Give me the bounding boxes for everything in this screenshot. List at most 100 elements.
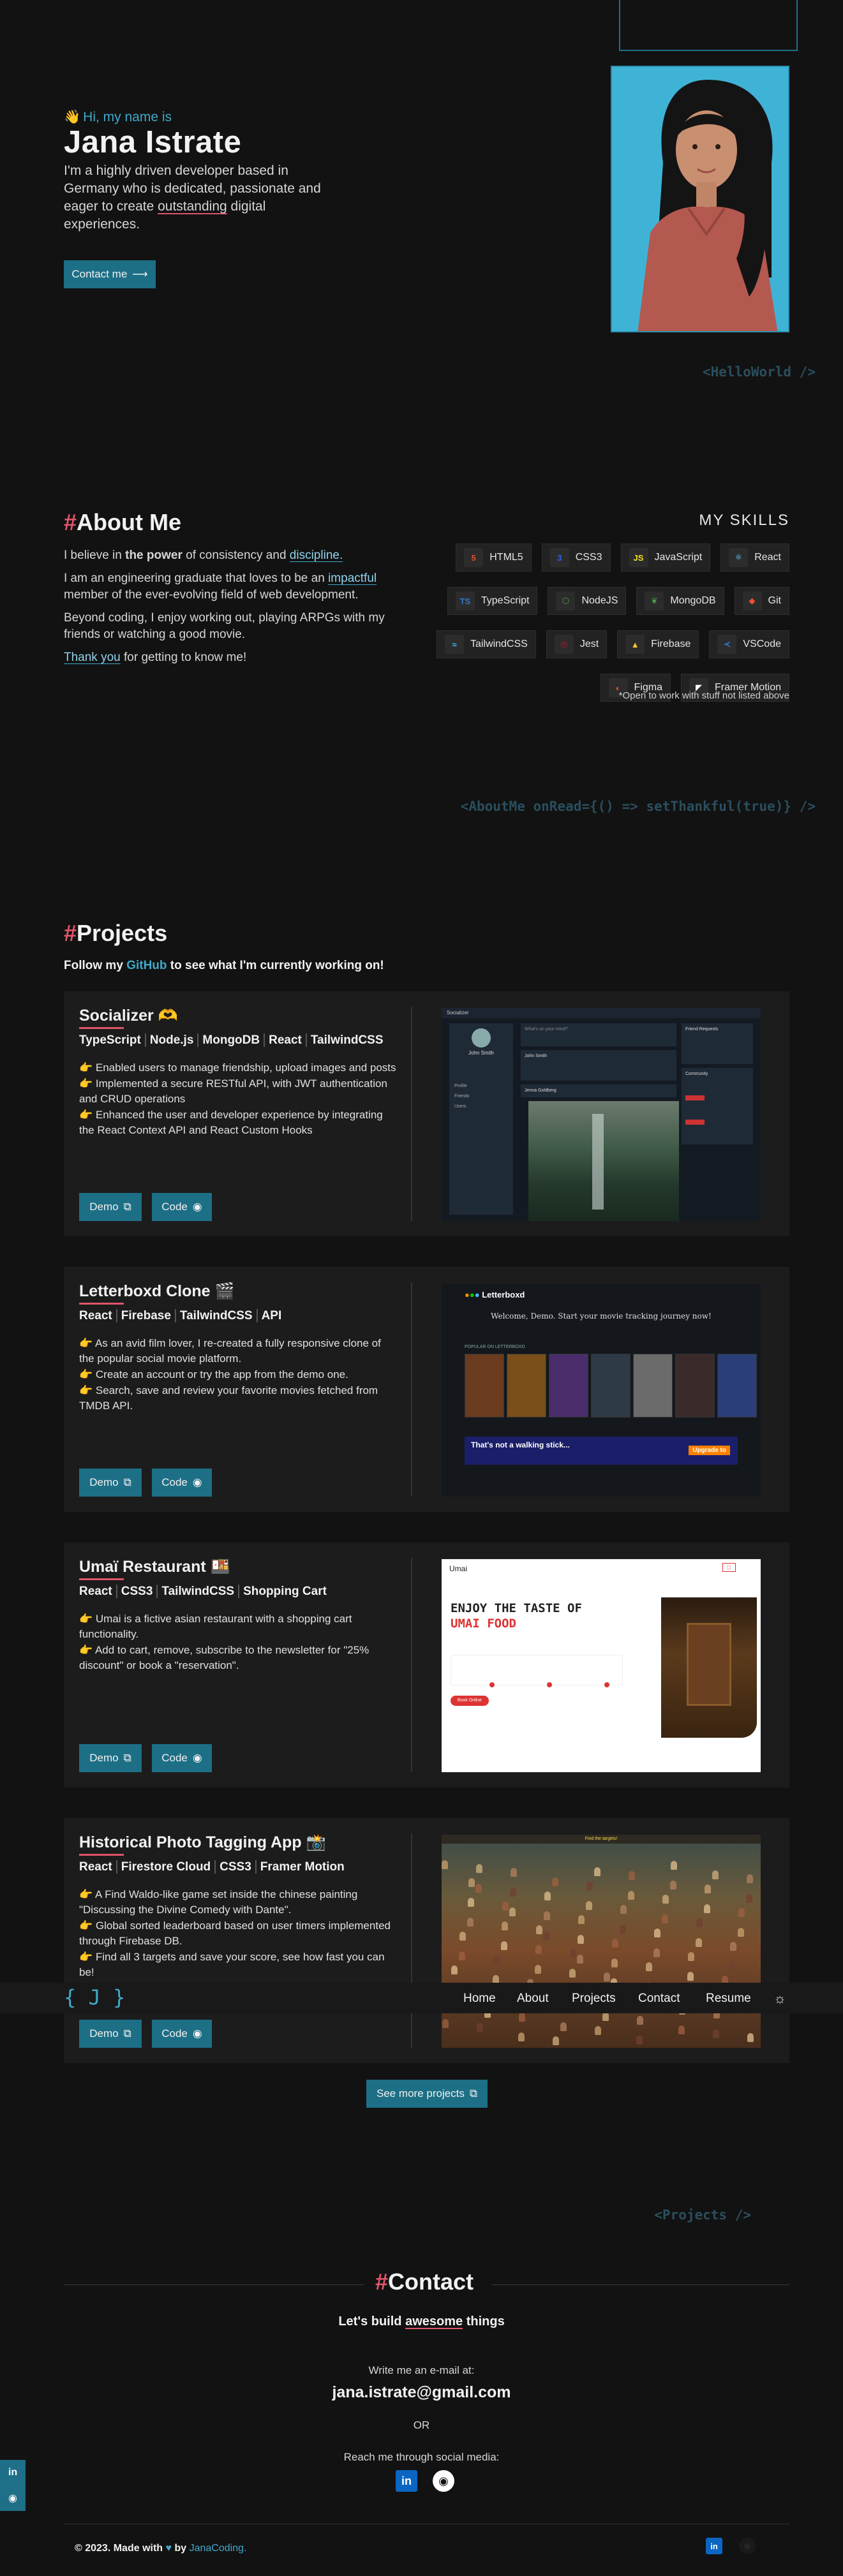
external-link-icon: ⧉ [123,1476,131,1488]
mock-section-label: POPULAR ON LETTERBOXD [465,1345,525,1349]
painting-figure [620,1925,626,1934]
movie-poster [549,1354,588,1418]
side-github-icon[interactable]: ◉ [0,2485,26,2511]
heart-icon: ♥ [165,2543,172,2554]
painting-figure [553,2036,559,2045]
site-logo[interactable]: { J } [64,1985,125,2010]
linkedin-icon[interactable]: in [706,2538,722,2554]
project-emoji: 🍱 [210,1558,230,1576]
code-button[interactable]: Code ◉ [152,1469,212,1497]
skills-list: 5 HTML5 3 CSS3 JS JavaScript ⚛ React TS TypeScrip… [432,544,789,709]
contact-me-button[interactable]: Contact me ⟶ [64,260,156,288]
see-more-projects-button[interactable]: See more projects ⧉ [366,2080,488,2108]
waterfall-shape [592,1114,604,1210]
project-bullet: 👉 Enabled users to manage friendship, up… [79,1062,396,1074]
painting-figure [646,1962,652,1971]
painting-figure [459,1932,466,1941]
external-link-icon: ⧉ [123,2027,131,2039]
painting-figure [705,1884,711,1893]
profile-photo [611,66,789,332]
painting-figure [688,1952,694,1961]
painting-figure [746,1894,752,1903]
divider [64,2284,364,2285]
project-emoji: 🫶 [158,1007,178,1025]
demo-button[interactable]: Demo ⧉ [79,1469,142,1497]
mock-headline: ENJOY THE TASTE OF [451,1601,582,1615]
project-card: Letterboxd Clone 🎬 React Firebase Tailwind… [64,1267,789,1512]
react-icon: ⚛ [729,548,749,567]
movie-poster [507,1354,546,1418]
painting-figure [459,1951,465,1960]
code-button[interactable]: Code ◉ [152,1193,212,1221]
skill-label: Firebase [651,639,691,649]
nav-contact[interactable]: Contact [638,1992,680,2006]
painting-figure [543,1931,549,1940]
mock-button [685,1095,705,1100]
painting-figure [738,1928,744,1937]
mock-community: Community [682,1068,753,1144]
nav-about[interactable]: About [517,1992,549,2006]
demo-button[interactable]: Demo ⧉ [79,1744,142,1772]
tech-tag: CSS3 [214,1860,251,1874]
skill-git: ◆ Git [734,587,789,615]
author-link[interactable]: JanaCoding. [190,2543,247,2554]
painting-figure [468,1878,475,1887]
project-screenshot: ●●● Letterboxd Welcome, Demo. Start your… [442,1284,761,1497]
github-icon: ◉ [192,1201,202,1213]
contact-title: #Contact [375,2269,474,2295]
github-link[interactable]: GitHub [126,959,167,972]
jest-icon: ◎ [554,635,574,654]
tailwindcss-icon: ≈ [445,635,464,654]
painting-figure [578,1935,584,1944]
painting-figure [468,1898,474,1907]
typescript-icon: TS [455,591,475,611]
project-title: Socializer 🫶 [79,1007,178,1029]
tech-tag: TailwindCSS [174,1309,253,1322]
pointing-hand-icon: 👉 [79,1337,95,1349]
demo-button[interactable]: Demo ⧉ [79,2020,142,2048]
sun-icon[interactable]: ☼ [773,1990,786,2007]
skill-firebase: ▲ Firebase [617,630,699,658]
tech-tag: CSS3 [116,1585,153,1598]
nav-projects[interactable]: Projects [572,1992,616,2006]
skill-tailwindcss: ≈ TailwindCSS [436,630,536,658]
painting-figure [704,1904,710,1913]
tech-tag: Framer Motion [255,1860,345,1874]
painting-figure [654,1928,660,1937]
painting-figure [511,1868,517,1877]
code-button[interactable]: Code ◉ [152,1744,212,1772]
skill-label: JavaScript [654,552,703,563]
mock-header: Socializer [442,1008,761,1018]
tech-tag: TailwindCSS [156,1585,235,1598]
painting-figure [451,1965,458,1974]
email-link[interactable]: jana.istrate@gmail.com [0,2383,843,2402]
html5-icon: 5 [464,548,484,567]
demo-button[interactable]: Demo ⧉ [79,1193,142,1221]
project-card: Socializer 🫶 TypeScript Node.js MongoDB Rea… [64,991,789,1236]
painting-figure [535,1945,542,1954]
skill-javascript: JS JavaScript [620,544,711,572]
mock-cart-button: ▢ [722,1563,736,1572]
portrait-illustration [612,67,788,331]
github-icon[interactable]: ◉ [739,2538,756,2554]
tech-tag: React [79,1309,112,1322]
painting-figure [577,1955,583,1964]
pointing-hand-icon: 👉 [79,1062,96,1074]
nav-resume[interactable]: Resume [706,1992,751,2006]
code-button[interactable]: Code ◉ [152,2020,212,2048]
about-me-tag: <AboutMe onRead={() => setThankful(true)… [460,799,816,814]
card-divider [411,1282,412,1497]
painting-figure [712,1870,719,1879]
github-icon[interactable]: ◉ [433,2470,454,2492]
nav-home[interactable]: Home [463,1992,496,2006]
painting-figure [586,1901,592,1910]
waving-hand-icon: 👋 [64,110,81,124]
tech-tag: API [256,1309,282,1322]
project-description: 👉 Umai is a fictive asian restaurant wit… [79,1611,398,1674]
side-linkedin-icon[interactable]: in [0,2460,26,2485]
css3-icon: 3 [549,548,569,567]
linkedin-icon[interactable]: in [396,2470,417,2492]
painting-figure [518,2032,525,2041]
git-icon: ◆ [742,591,762,611]
painting-figure [569,1969,576,1978]
